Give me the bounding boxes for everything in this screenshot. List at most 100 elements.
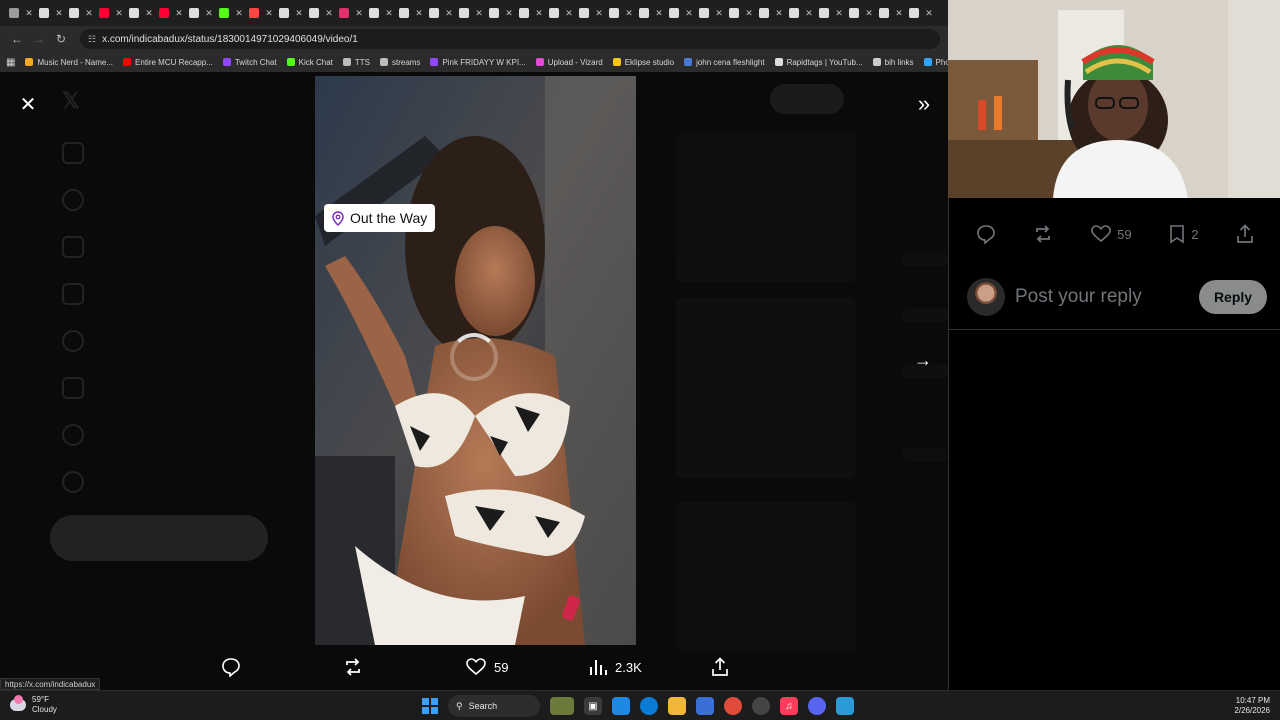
bookmark-item[interactable]: bih links — [872, 58, 914, 67]
start-icon[interactable] — [422, 698, 438, 714]
tab-close-icon[interactable]: ✕ — [565, 8, 573, 19]
forward-icon[interactable]: → — [28, 28, 50, 50]
browser-tab[interactable]: ✕ — [576, 2, 606, 24]
tab-close-icon[interactable]: ✕ — [775, 8, 783, 19]
bookmark-item[interactable]: Entire MCU Recapp... — [123, 58, 213, 67]
browser-tab[interactable]: ✕ — [456, 2, 486, 24]
bookmark-item[interactable]: Music Nerd - Name... — [25, 58, 113, 67]
browser-tab[interactable]: ✕ — [246, 2, 276, 24]
browser-tab[interactable]: ✕ — [396, 2, 426, 24]
panel-like-action[interactable]: 59 — [1091, 225, 1132, 243]
browser-tab[interactable]: ✕ — [276, 2, 306, 24]
browser-tab[interactable]: ✕ — [906, 2, 936, 24]
share-action[interactable] — [711, 654, 729, 680]
panel-repost-action[interactable] — [1033, 224, 1053, 244]
taskbar-search[interactable]: ⚲ Search — [448, 695, 540, 717]
browser-tab[interactable]: ✕ — [756, 2, 786, 24]
reply-input[interactable]: Post your reply — [1015, 286, 1199, 308]
weather-widget[interactable]: 59°F Cloudy — [10, 695, 57, 715]
bookmark-item[interactable]: Eklipse studio — [612, 58, 674, 67]
tab-close-icon[interactable]: ✕ — [625, 8, 633, 19]
tab-close-icon[interactable]: ✕ — [475, 8, 483, 19]
video-player[interactable]: Out the Way — [315, 76, 636, 645]
tab-close-icon[interactable]: ✕ — [25, 8, 33, 19]
reply-action[interactable] — [221, 654, 241, 680]
edge-icon[interactable] — [640, 697, 658, 715]
tab-close-icon[interactable]: ✕ — [745, 8, 753, 19]
browser-tab[interactable]: ✕ — [816, 2, 846, 24]
bookmark-item[interactable]: Photop — [923, 58, 948, 67]
browser-tab[interactable]: ✕ — [186, 2, 216, 24]
tab-close-icon[interactable]: ✕ — [805, 8, 813, 19]
store-icon[interactable] — [696, 697, 714, 715]
browser-tab[interactable]: ✕ — [156, 2, 186, 24]
views-action[interactable]: 2.3K — [589, 654, 642, 680]
task-view-icon[interactable]: ▣ — [584, 697, 602, 715]
browser-tab[interactable]: ✕ — [606, 2, 636, 24]
bookmark-item[interactable]: streams — [379, 58, 420, 67]
tab-close-icon[interactable]: ✕ — [355, 8, 363, 19]
tab-close-icon[interactable]: ✕ — [865, 8, 873, 19]
browser-tab[interactable]: ✕ — [696, 2, 726, 24]
repost-action[interactable] — [343, 654, 363, 680]
close-icon[interactable]: ✕ — [16, 92, 40, 116]
bookmark-item[interactable]: john cena fleshlight — [684, 58, 765, 67]
tab-close-icon[interactable]: ✕ — [655, 8, 663, 19]
tab-close-icon[interactable]: ✕ — [505, 8, 513, 19]
tab-close-icon[interactable]: ✕ — [175, 8, 183, 19]
back-icon[interactable]: ← — [6, 28, 28, 50]
notepad-icon[interactable] — [836, 697, 854, 715]
clock[interactable]: 10:47 PM 2/26/2026 — [1234, 696, 1270, 716]
browser-tab[interactable]: ✕ — [666, 2, 696, 24]
browser-tab[interactable]: ✕ — [876, 2, 906, 24]
tab-close-icon[interactable]: ✕ — [265, 8, 273, 19]
browser-tab[interactable]: ✕ — [846, 2, 876, 24]
tab-close-icon[interactable]: ✕ — [55, 8, 63, 19]
expand-panel-icon[interactable]: » — [912, 91, 936, 116]
bookmark-item[interactable]: Pink FRIDAYY W KPI... — [430, 58, 526, 67]
browser-tab[interactable]: ✕ — [426, 2, 456, 24]
tab-close-icon[interactable]: ✕ — [895, 8, 903, 19]
bookmark-item[interactable]: Twitch Chat — [222, 58, 277, 67]
browser-tab[interactable]: ✕ — [36, 2, 66, 24]
tab-close-icon[interactable]: ✕ — [115, 8, 123, 19]
tab-close-icon[interactable]: ✕ — [325, 8, 333, 19]
file-explorer-icon[interactable] — [668, 697, 686, 715]
browser-tab[interactable]: ✕ — [726, 2, 756, 24]
apps-icon[interactable]: ▦ — [6, 57, 15, 68]
tab-close-icon[interactable]: ✕ — [235, 8, 243, 19]
browser-tab[interactable]: ✕ — [66, 2, 96, 24]
site-info-icon[interactable]: ☷ — [88, 34, 96, 45]
reply-button[interactable]: Reply — [1199, 279, 1267, 314]
panel-share-action[interactable] — [1236, 224, 1254, 244]
tab-close-icon[interactable]: ✕ — [85, 8, 93, 19]
bookmark-item[interactable]: TTS — [342, 58, 370, 67]
browser-tab[interactable]: ✕ — [366, 2, 396, 24]
browser-tab[interactable]: ✕ — [306, 2, 336, 24]
tab-close-icon[interactable]: ✕ — [205, 8, 213, 19]
browser-tab[interactable]: ✕ — [96, 2, 126, 24]
tab-close-icon[interactable]: ✕ — [685, 8, 693, 19]
tab-close-icon[interactable]: ✕ — [295, 8, 303, 19]
news-widget-icon[interactable] — [550, 697, 574, 715]
bookmark-item[interactable]: Rapidtags | YouTub... — [774, 58, 863, 67]
browser-tab[interactable]: ✕ — [786, 2, 816, 24]
browser-tab[interactable]: ✕ — [546, 2, 576, 24]
browser-tab[interactable]: ✕ — [126, 2, 156, 24]
obs-icon[interactable] — [752, 697, 770, 715]
browser-tab[interactable]: ✕ — [486, 2, 516, 24]
panel-reply-action[interactable] — [976, 224, 996, 244]
url-bar[interactable]: ☷ x.com/indicabadux/status/1830014971029… — [80, 29, 940, 49]
tab-close-icon[interactable]: ✕ — [445, 8, 453, 19]
bookmark-item[interactable]: Upload - Vizard — [535, 58, 603, 67]
browser-tab[interactable]: ✕ — [216, 2, 246, 24]
tab-close-icon[interactable]: ✕ — [715, 8, 723, 19]
tab-close-icon[interactable]: ✕ — [385, 8, 393, 19]
chrome-icon[interactable] — [724, 697, 742, 715]
browser-tab[interactable]: ✕ — [6, 2, 36, 24]
reload-icon[interactable]: ↻ — [50, 28, 72, 50]
tab-close-icon[interactable]: ✕ — [415, 8, 423, 19]
discord-icon[interactable] — [808, 697, 826, 715]
tab-close-icon[interactable]: ✕ — [595, 8, 603, 19]
tab-close-icon[interactable]: ✕ — [925, 8, 933, 19]
